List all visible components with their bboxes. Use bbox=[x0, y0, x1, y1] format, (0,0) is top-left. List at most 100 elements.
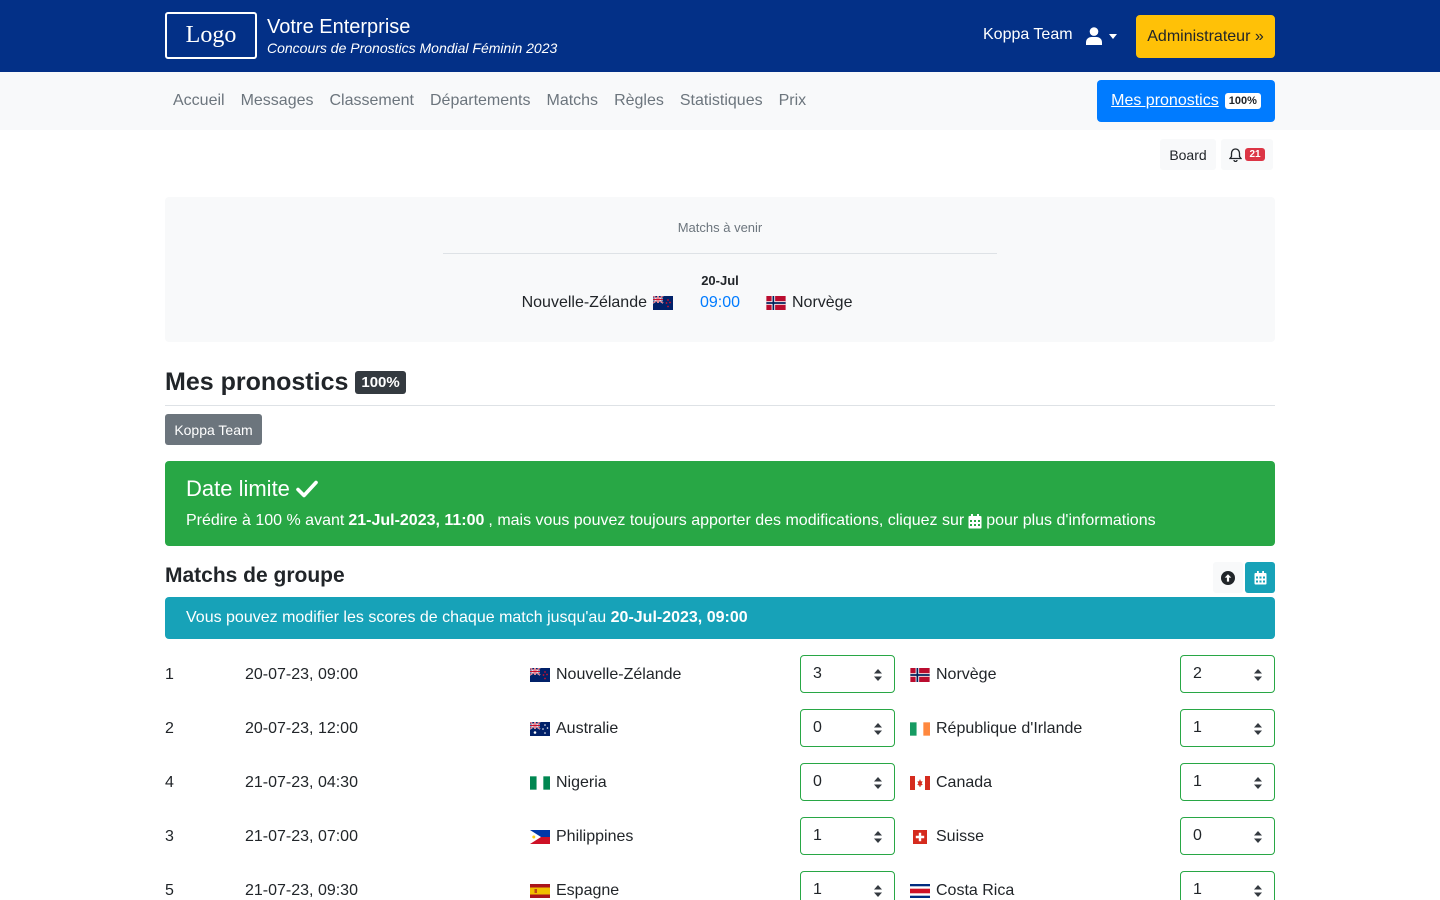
away-score-select[interactable]: 2 bbox=[1180, 655, 1275, 693]
nav-item-prix[interactable]: Prix bbox=[771, 92, 815, 110]
calendar-icon bbox=[1254, 570, 1266, 584]
flag-no-icon bbox=[766, 296, 786, 310]
flag-ph-icon bbox=[530, 830, 550, 844]
match-row: 2 20-07-23, 12:00 Australie 0 République… bbox=[165, 709, 1275, 747]
team-name: Nouvelle-Zélande bbox=[556, 666, 682, 683]
upcoming-title: Matchs à venir bbox=[677, 220, 763, 235]
flag-es-icon bbox=[530, 884, 550, 898]
user-menu-toggle[interactable] bbox=[1086, 24, 1122, 48]
nav-item-messages[interactable]: Messages bbox=[233, 92, 322, 110]
team-name: Norvège bbox=[936, 666, 997, 683]
deadline-text-end: pour plus d'informations bbox=[986, 512, 1156, 529]
scroll-top-button[interactable] bbox=[1213, 562, 1243, 593]
divider bbox=[165, 405, 1275, 406]
admin-button[interactable]: Administrateur » bbox=[1136, 15, 1275, 58]
deadline-alert: Date limite Prédire à 100 % avant 21-Jul… bbox=[165, 461, 1275, 546]
flag-cr-icon bbox=[910, 884, 930, 898]
team-name: Canada bbox=[936, 774, 993, 791]
nav-item-accueil[interactable]: Accueil bbox=[165, 92, 233, 110]
team-name: Australie bbox=[556, 720, 619, 737]
notification-count: 21 bbox=[1245, 148, 1265, 161]
match-number: 2 bbox=[165, 720, 174, 737]
away-team: Canada bbox=[910, 774, 992, 792]
score-value: 0 bbox=[813, 773, 822, 790]
team-name: Nigeria bbox=[556, 774, 607, 791]
deadline-title: Date limite bbox=[186, 476, 290, 501]
match-datetime: 21-07-23, 07:00 bbox=[245, 828, 358, 845]
match-datetime: 20-07-23, 09:00 bbox=[245, 666, 358, 683]
user-icon bbox=[1086, 27, 1102, 45]
board-button[interactable]: Board bbox=[1160, 139, 1216, 170]
score-value: 1 bbox=[1193, 881, 1202, 898]
select-arrows-icon bbox=[874, 831, 882, 843]
team-name: Costa Rica bbox=[936, 882, 1015, 899]
team-name: République d'Irlande bbox=[936, 720, 1083, 737]
upcoming-matches-panel: Matchs à venir 20-Jul Nouvelle-Zélande 0… bbox=[165, 197, 1275, 342]
team-name: Philippines bbox=[556, 828, 634, 845]
match-datetime: 21-07-23, 04:30 bbox=[245, 774, 358, 791]
away-score-select[interactable]: 1 bbox=[1180, 763, 1275, 801]
flag-ch-icon bbox=[910, 830, 930, 844]
info-text: Vous pouvez modifier les scores de chaqu… bbox=[186, 609, 607, 626]
home-team: Australie bbox=[530, 720, 618, 738]
score-value: 1 bbox=[1193, 719, 1202, 736]
match-number: 4 bbox=[165, 774, 174, 791]
mes-pronostics-label: Mes pronostics bbox=[1111, 92, 1219, 109]
away-score-select[interactable]: 1 bbox=[1180, 871, 1275, 900]
select-arrows-icon bbox=[1254, 777, 1262, 789]
nav-item-departements[interactable]: Départements bbox=[422, 92, 539, 110]
match-number: 3 bbox=[165, 828, 174, 845]
flag-nz-icon bbox=[530, 668, 550, 682]
top-header: Logo Votre Enterprise Concours de Pronos… bbox=[0, 0, 1440, 72]
home-score-select[interactable]: 0 bbox=[800, 709, 895, 747]
team-name: Norvège bbox=[792, 294, 853, 311]
home-score-select[interactable]: 1 bbox=[800, 817, 895, 855]
group-matches-title: Matchs de groupe bbox=[165, 564, 345, 587]
upcoming-time[interactable]: 09:00 bbox=[165, 294, 1275, 312]
away-team: Norvège bbox=[910, 666, 996, 684]
divider bbox=[443, 253, 997, 254]
match-datetime: 21-07-23, 09:30 bbox=[245, 882, 358, 899]
nav-item-classement[interactable]: Classement bbox=[322, 92, 422, 110]
team-name: Espagne bbox=[556, 882, 620, 899]
mes-pronostics-button[interactable]: Mes pronostics 100% bbox=[1097, 80, 1275, 122]
flag-no-icon bbox=[910, 668, 930, 682]
nav-item-matchs[interactable]: Matchs bbox=[538, 92, 606, 110]
match-datetime: 20-07-23, 12:00 bbox=[245, 720, 358, 737]
match-number: 5 bbox=[165, 882, 174, 899]
home-score-select[interactable]: 1 bbox=[800, 871, 895, 900]
flag-au-icon bbox=[530, 722, 550, 736]
select-arrows-icon bbox=[1254, 885, 1262, 897]
score-value: 0 bbox=[1193, 827, 1202, 844]
deadline-date: 21-Jul-2023, 11:00 bbox=[348, 512, 485, 529]
select-arrows-icon bbox=[1254, 669, 1262, 681]
home-score-select[interactable]: 0 bbox=[800, 763, 895, 801]
logo[interactable]: Logo bbox=[165, 12, 257, 59]
select-arrows-icon bbox=[874, 669, 882, 681]
upcoming-date: 20-Jul bbox=[701, 273, 739, 288]
page-title: Mes pronostics 100% bbox=[165, 368, 406, 397]
away-team: Costa Rica bbox=[910, 882, 1014, 900]
nav-item-statistiques[interactable]: Statistiques bbox=[672, 92, 771, 110]
away-score-select[interactable]: 0 bbox=[1180, 817, 1275, 855]
brand-subtitle: Concours de Pronostics Mondial Féminin 2… bbox=[267, 40, 558, 56]
away-team: Suisse bbox=[910, 828, 984, 846]
home-score-select[interactable]: 3 bbox=[800, 655, 895, 693]
calendar-button[interactable] bbox=[1245, 562, 1275, 593]
score-value: 1 bbox=[1193, 773, 1202, 790]
home-team: Espagne bbox=[530, 882, 619, 900]
user-name: Koppa Team bbox=[983, 26, 1073, 43]
away-score-select[interactable]: 1 bbox=[1180, 709, 1275, 747]
notifications-button[interactable]: 21 bbox=[1221, 139, 1273, 170]
select-arrows-icon bbox=[874, 885, 882, 897]
home-team: Nouvelle-Zélande bbox=[530, 666, 681, 684]
upcoming-away-team: Norvège bbox=[766, 294, 852, 312]
flag-ca-icon bbox=[910, 776, 930, 790]
score-value: 1 bbox=[813, 881, 822, 898]
score-value: 3 bbox=[813, 665, 822, 682]
progress-badge: 100% bbox=[355, 371, 406, 394]
team-button[interactable]: Koppa Team bbox=[165, 414, 262, 445]
progress-badge: 100% bbox=[1224, 93, 1261, 109]
nav-item-regles[interactable]: Règles bbox=[606, 92, 672, 110]
brand-title: Votre Enterprise bbox=[267, 16, 411, 38]
